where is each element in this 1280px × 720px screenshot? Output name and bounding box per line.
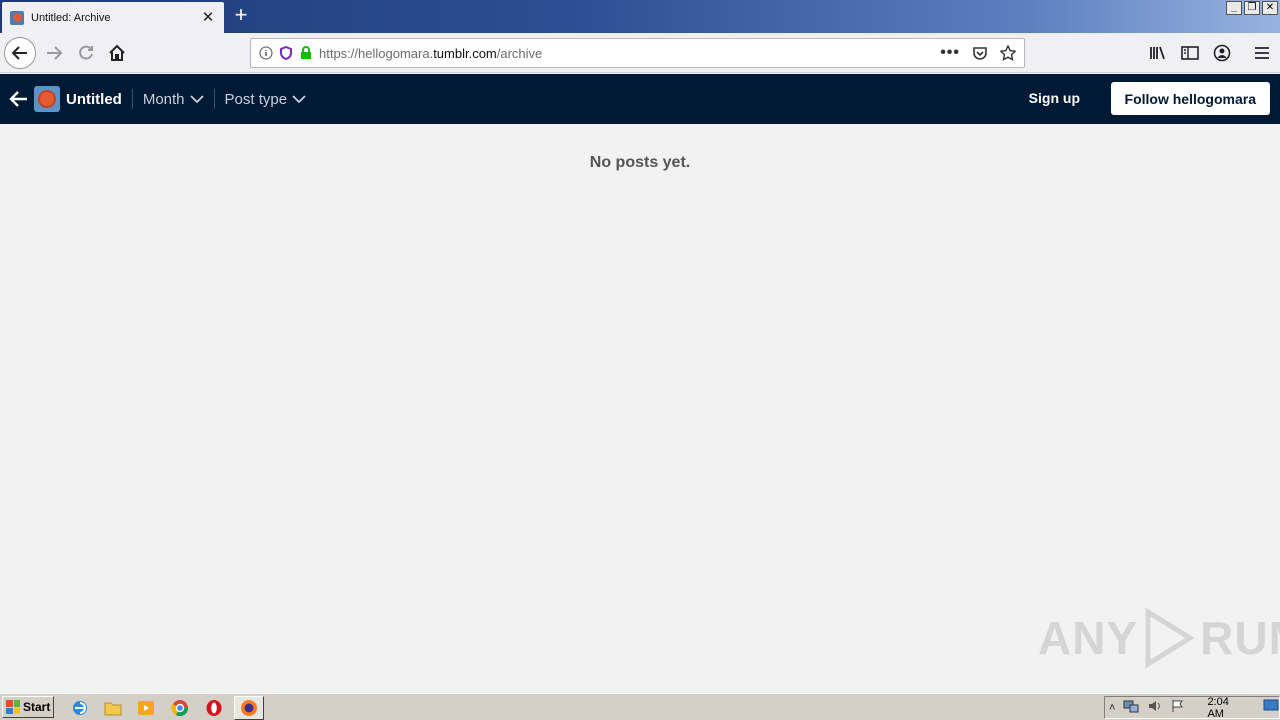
empty-state-message: No posts yet.	[589, 154, 691, 171]
tracking-shield-icon[interactable]	[279, 46, 293, 60]
forward-button[interactable]	[38, 37, 70, 69]
url-text[interactable]: https://hellogomara.tumblr.com/archive	[319, 46, 940, 61]
library-button[interactable]	[1144, 37, 1172, 69]
info-icon[interactable]	[259, 46, 273, 60]
month-filter-label: Month	[142, 90, 185, 108]
sidebar-icon	[1181, 46, 1199, 60]
header-divider	[131, 89, 133, 109]
internet-explorer-icon[interactable]	[70, 698, 90, 718]
forward-arrow-icon	[47, 46, 63, 60]
volume-icon[interactable]	[1147, 699, 1163, 716]
url-prefix: https://hellogomara.	[319, 45, 434, 61]
tumblr-archive-header: Untitled Month Post type Sign up Follow …	[0, 74, 1280, 124]
page-actions-icon[interactable]: •••	[940, 44, 960, 62]
month-filter-dropdown[interactable]: Month	[143, 91, 204, 108]
library-icon	[1150, 46, 1165, 60]
follow-button[interactable]: Follow hellogomara	[1110, 82, 1270, 115]
back-arrow-icon	[9, 91, 27, 107]
show-desktop-icon[interactable]	[1263, 698, 1279, 717]
watermark-text-right: RUN	[1200, 612, 1280, 664]
windows-taskbar: Start ˄ 2:04 AM	[0, 693, 1280, 720]
post-type-filter-dropdown[interactable]: Post type	[225, 91, 307, 108]
windows-logo-icon	[6, 700, 20, 714]
window-controls: _ ❐ ✕	[1226, 1, 1278, 15]
header-divider	[213, 89, 215, 109]
tumblr-favicon-icon	[10, 10, 24, 25]
blog-avatar[interactable]	[34, 86, 60, 112]
system-tray: ˄ 2:04 AM	[1104, 696, 1280, 720]
reload-icon	[79, 45, 93, 60]
chevron-down-icon	[189, 95, 204, 104]
url-path: /archive	[496, 45, 543, 61]
sign-up-link[interactable]: Sign up	[1029, 90, 1080, 106]
browser-toolbar: https://hellogomara.tumblr.com/archive •…	[0, 33, 1280, 73]
browser-tab[interactable]: Untitled: Archive ✕	[2, 2, 224, 33]
url-bar[interactable]: https://hellogomara.tumblr.com/archive •…	[250, 38, 1025, 68]
new-tab-button[interactable]: +	[230, 4, 252, 27]
home-button[interactable]	[101, 37, 133, 69]
tab-close-icon[interactable]: ✕	[200, 9, 216, 26]
opera-icon[interactable]	[204, 698, 224, 718]
home-icon	[109, 44, 125, 61]
restore-button[interactable]: ❐	[1244, 1, 1260, 15]
url-domain: tumblr.com	[433, 45, 497, 61]
firefox-taskbar-button[interactable]	[234, 696, 264, 720]
menu-button[interactable]	[1248, 37, 1276, 69]
account-icon	[1213, 44, 1231, 62]
show-hidden-icons-icon[interactable]: ˄	[1109, 702, 1115, 714]
pocket-icon[interactable]	[972, 45, 988, 61]
sidebar-button[interactable]	[1176, 37, 1204, 69]
anyrun-watermark: ANY RUN	[1038, 608, 1280, 668]
chrome-icon[interactable]	[170, 698, 190, 718]
reload-button[interactable]	[70, 37, 102, 69]
chevron-down-icon	[292, 95, 306, 104]
bookmark-star-icon[interactable]	[1000, 45, 1016, 61]
archive-back-button[interactable]	[9, 90, 31, 108]
network-icon[interactable]	[1123, 699, 1139, 716]
action-center-flag-icon[interactable]	[1171, 699, 1185, 716]
browser-tab-strip: Untitled: Archive ✕ + _ ❐ ✕	[0, 0, 1280, 33]
blog-name[interactable]: Untitled	[66, 91, 122, 108]
firefox-icon	[241, 700, 257, 716]
post-type-filter-label: Post type	[224, 90, 288, 108]
start-button[interactable]: Start	[2, 696, 54, 718]
start-label: Start	[23, 700, 51, 714]
back-arrow-icon	[11, 46, 27, 60]
play-triangle-icon	[1145, 608, 1195, 668]
hamburger-menu-icon	[1255, 47, 1269, 59]
url-actions: •••	[940, 44, 1016, 62]
watermark-text-left: ANY	[1038, 612, 1139, 664]
close-window-button[interactable]: ✕	[1262, 1, 1278, 15]
account-button[interactable]	[1208, 37, 1236, 69]
back-button[interactable]	[4, 37, 36, 69]
media-player-icon[interactable]	[136, 698, 156, 718]
minimize-button[interactable]: _	[1226, 1, 1242, 15]
taskbar-clock[interactable]: 2:04 AM	[1207, 696, 1245, 720]
tab-title: Untitled: Archive	[31, 11, 111, 24]
lock-icon[interactable]	[299, 46, 313, 60]
file-explorer-icon[interactable]	[103, 698, 123, 718]
